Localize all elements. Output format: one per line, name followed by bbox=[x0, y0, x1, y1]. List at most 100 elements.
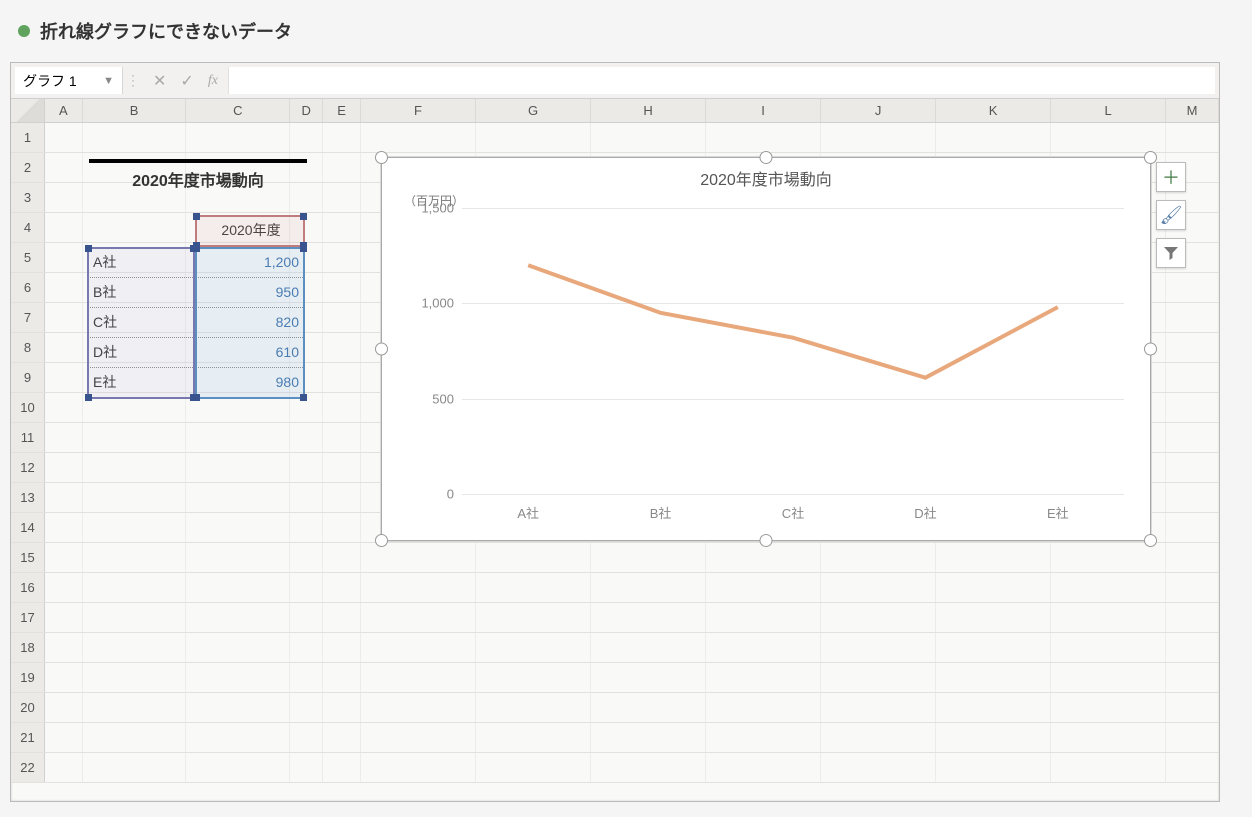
cell[interactable] bbox=[591, 633, 706, 662]
cell[interactable] bbox=[45, 663, 83, 692]
cell[interactable] bbox=[706, 603, 821, 632]
cell[interactable] bbox=[591, 603, 706, 632]
cell[interactable] bbox=[323, 603, 361, 632]
cell[interactable] bbox=[186, 453, 290, 482]
cell[interactable] bbox=[1166, 453, 1219, 482]
resize-handle[interactable] bbox=[375, 534, 388, 547]
resize-handle[interactable] bbox=[375, 151, 388, 164]
table-value-cell[interactable]: 950 bbox=[197, 277, 305, 307]
cell[interactable] bbox=[1166, 483, 1219, 512]
cell[interactable] bbox=[821, 603, 936, 632]
cell[interactable] bbox=[323, 513, 361, 542]
cell[interactable] bbox=[323, 483, 361, 512]
cell[interactable] bbox=[83, 633, 187, 662]
cell[interactable] bbox=[186, 543, 290, 572]
col-header[interactable]: E bbox=[323, 99, 361, 122]
cell[interactable] bbox=[591, 663, 706, 692]
cell[interactable] bbox=[706, 543, 821, 572]
cell[interactable] bbox=[323, 633, 361, 662]
cell[interactable] bbox=[186, 393, 290, 422]
cell[interactable] bbox=[323, 393, 361, 422]
cell[interactable] bbox=[1166, 663, 1219, 692]
cell[interactable] bbox=[476, 573, 591, 602]
col-header[interactable]: A bbox=[45, 99, 83, 122]
cell[interactable] bbox=[821, 543, 936, 572]
table-value-cell[interactable]: 1,200 bbox=[197, 247, 305, 277]
cell[interactable] bbox=[1166, 303, 1219, 332]
row-header[interactable]: 9 bbox=[11, 363, 45, 392]
cell[interactable] bbox=[290, 393, 323, 422]
resize-handle[interactable] bbox=[1144, 343, 1157, 356]
row-header[interactable]: 16 bbox=[11, 573, 45, 602]
cell[interactable] bbox=[290, 753, 323, 782]
cell[interactable] bbox=[1166, 393, 1219, 422]
cell[interactable] bbox=[936, 603, 1051, 632]
cell[interactable] bbox=[83, 753, 187, 782]
cell[interactable] bbox=[1051, 543, 1166, 572]
chart-plot-area[interactable]: 05001,0001,500A社B社C社D社E社 bbox=[462, 208, 1124, 494]
cell[interactable] bbox=[821, 123, 936, 152]
cell[interactable] bbox=[83, 513, 187, 542]
cell[interactable] bbox=[591, 123, 706, 152]
col-header[interactable]: B bbox=[83, 99, 187, 122]
row-header[interactable]: 20 bbox=[11, 693, 45, 722]
col-header[interactable]: H bbox=[591, 99, 706, 122]
cell[interactable] bbox=[1166, 513, 1219, 542]
cell[interactable] bbox=[821, 663, 936, 692]
resize-handle[interactable] bbox=[760, 534, 773, 547]
dropdown-icon[interactable]: ▼ bbox=[103, 75, 114, 87]
chart-filter-button[interactable] bbox=[1156, 238, 1186, 268]
cell[interactable] bbox=[323, 543, 361, 572]
chart-line[interactable] bbox=[462, 208, 1124, 494]
row-header[interactable]: 21 bbox=[11, 723, 45, 752]
cell[interactable] bbox=[290, 663, 323, 692]
cell[interactable] bbox=[83, 723, 187, 752]
cell[interactable] bbox=[821, 753, 936, 782]
cell[interactable] bbox=[591, 573, 706, 602]
cell[interactable] bbox=[323, 243, 361, 272]
cell[interactable] bbox=[476, 753, 591, 782]
row-header[interactable]: 4 bbox=[11, 213, 45, 242]
cell[interactable] bbox=[83, 123, 187, 152]
row-header[interactable]: 2 bbox=[11, 153, 45, 182]
cell[interactable] bbox=[323, 693, 361, 722]
name-box[interactable]: ▼ bbox=[15, 67, 123, 94]
cancel-icon[interactable]: ✕ bbox=[153, 71, 166, 91]
cell[interactable] bbox=[290, 453, 323, 482]
cell[interactable] bbox=[290, 483, 323, 512]
row-header[interactable]: 8 bbox=[11, 333, 45, 362]
cell[interactable] bbox=[45, 273, 83, 302]
resize-handle[interactable] bbox=[1144, 534, 1157, 547]
cell[interactable] bbox=[45, 213, 83, 242]
cell[interactable] bbox=[323, 453, 361, 482]
col-header[interactable]: C bbox=[186, 99, 290, 122]
table-value-cell[interactable]: 820 bbox=[197, 307, 305, 337]
cell[interactable] bbox=[186, 753, 290, 782]
cell[interactable] bbox=[186, 423, 290, 452]
col-header[interactable]: J bbox=[821, 99, 936, 122]
cell[interactable] bbox=[1051, 633, 1166, 662]
col-header[interactable]: D bbox=[290, 99, 323, 122]
cell[interactable] bbox=[706, 573, 821, 602]
cell[interactable] bbox=[45, 603, 83, 632]
row-header[interactable]: 12 bbox=[11, 453, 45, 482]
table-label-cell[interactable]: A社 bbox=[87, 247, 195, 277]
cell[interactable] bbox=[83, 213, 187, 242]
cell[interactable] bbox=[361, 573, 476, 602]
cell[interactable] bbox=[476, 123, 591, 152]
cell[interactable] bbox=[821, 693, 936, 722]
table-label-cell[interactable]: C社 bbox=[87, 307, 195, 337]
cell[interactable] bbox=[361, 693, 476, 722]
cell[interactable] bbox=[1166, 333, 1219, 362]
row-header[interactable]: 13 bbox=[11, 483, 45, 512]
cell[interactable] bbox=[45, 543, 83, 572]
cell[interactable] bbox=[290, 573, 323, 602]
chart-elements-button[interactable]: ＋ bbox=[1156, 162, 1186, 192]
cell[interactable] bbox=[476, 603, 591, 632]
cell[interactable] bbox=[83, 543, 187, 572]
cell[interactable] bbox=[290, 693, 323, 722]
cell[interactable] bbox=[936, 633, 1051, 662]
table-value-cell[interactable]: 610 bbox=[197, 337, 305, 367]
cell[interactable] bbox=[290, 633, 323, 662]
cell[interactable] bbox=[591, 723, 706, 752]
